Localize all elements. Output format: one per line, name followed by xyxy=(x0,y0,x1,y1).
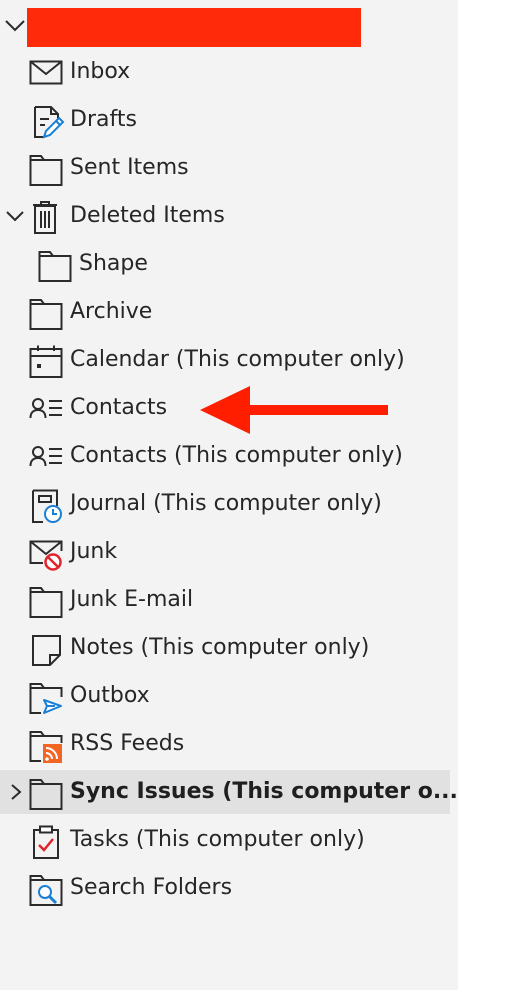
folder-row-junk[interactable]: Junk xyxy=(0,530,450,574)
folder-label: Journal (This computer only) xyxy=(70,491,382,516)
calendar-icon xyxy=(29,345,63,379)
outlook-folder-pane-screenshot: (redacted account) Inbox Drafts Sent Ite… xyxy=(0,0,512,990)
folder-label: Junk E-mail xyxy=(70,587,194,612)
folder-pane: (redacted account) Inbox Drafts Sent Ite… xyxy=(0,0,458,990)
folder-icon xyxy=(29,297,63,331)
chevron-down-icon[interactable] xyxy=(4,18,26,34)
folder-row-inbox[interactable]: Inbox xyxy=(0,50,450,94)
chevron-down-icon[interactable] xyxy=(4,206,26,226)
folder-row-junk-email[interactable]: Junk E-mail xyxy=(0,578,450,622)
trash-icon xyxy=(30,201,64,235)
folder-row-archive[interactable]: Archive xyxy=(0,290,450,334)
contacts-icon xyxy=(29,441,63,475)
folder-row-deleted-items[interactable]: Deleted Items xyxy=(0,194,450,238)
folder-label: Contacts (This computer only) xyxy=(70,443,403,468)
folder-label: Contacts xyxy=(70,395,168,420)
folder-row-sent-items[interactable]: Sent Items xyxy=(0,146,450,190)
folder-row-rss-feeds[interactable]: RSS Feeds xyxy=(0,722,450,766)
folder-label: Deleted Items xyxy=(70,203,225,228)
folder-icon xyxy=(29,777,63,811)
tasks-clipboard-icon xyxy=(31,825,65,859)
drafts-pencil-icon xyxy=(31,105,65,139)
folder-label: Drafts xyxy=(70,107,137,132)
junk-envelope-icon xyxy=(29,537,63,571)
search-folder-icon xyxy=(29,873,63,907)
folder-row-calendar[interactable]: Calendar (This computer only) xyxy=(0,338,450,382)
folder-row-drafts[interactable]: Drafts xyxy=(0,98,450,142)
folder-label: Outbox xyxy=(70,683,150,708)
account-name-redacted[interactable]: (redacted account) xyxy=(27,8,361,47)
rss-folder-icon xyxy=(29,729,63,763)
folder-icon xyxy=(29,153,63,187)
folder-label: Junk xyxy=(70,539,118,564)
note-icon xyxy=(30,633,64,667)
folder-label: Shape xyxy=(79,251,148,276)
folder-row-tasks[interactable]: Tasks (This computer only) xyxy=(0,818,450,862)
journal-icon xyxy=(30,489,64,523)
folder-icon xyxy=(29,585,63,619)
folder-label: Archive xyxy=(70,299,153,324)
outbox-icon xyxy=(29,681,63,715)
arrow-left-icon xyxy=(198,384,390,436)
folder-row-contacts-local[interactable]: Contacts (This computer only) xyxy=(0,434,450,478)
account-row[interactable]: (redacted account) xyxy=(0,4,458,48)
folder-label: Notes (This computer only) xyxy=(70,635,370,660)
folder-label: Calendar (This computer only) xyxy=(70,347,405,372)
folder-label: Inbox xyxy=(70,59,131,84)
reading-area-edge xyxy=(458,0,512,990)
folder-label: RSS Feeds xyxy=(70,731,185,756)
folder-label: Tasks (This computer only) xyxy=(70,827,365,852)
folder-row-notes[interactable]: Notes (This computer only) xyxy=(0,626,450,670)
folder-label: Sync Issues (This computer o... xyxy=(70,779,458,804)
contacts-icon xyxy=(29,393,63,427)
folder-row-shape[interactable]: Shape xyxy=(0,242,450,286)
folder-row-sync-issues[interactable]: Sync Issues (This computer o... xyxy=(0,770,458,814)
folder-label: Sent Items xyxy=(70,155,189,180)
envelope-icon xyxy=(29,57,63,91)
folder-icon xyxy=(38,249,72,283)
folder-row-outbox[interactable]: Outbox xyxy=(0,674,450,718)
folder-row-search-folders[interactable]: Search Folders xyxy=(0,866,450,910)
folder-label: Search Folders xyxy=(70,875,233,900)
folder-row-journal[interactable]: Journal (This computer only) xyxy=(0,482,450,526)
chevron-right-icon[interactable] xyxy=(4,782,26,802)
